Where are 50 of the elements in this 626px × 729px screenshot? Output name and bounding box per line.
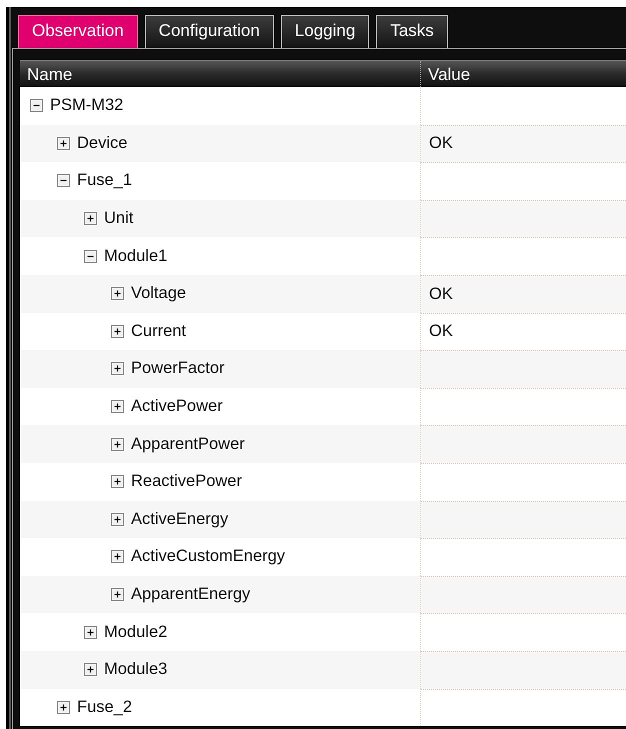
tree-item[interactable]: Fuse_1 bbox=[77, 171, 132, 190]
tab[interactable]: Logging bbox=[280, 15, 370, 48]
tree-row[interactable]: Unit bbox=[20, 200, 626, 238]
tree-item[interactable]: Unit bbox=[104, 209, 134, 228]
expand-icon[interactable] bbox=[111, 324, 124, 338]
expand-icon[interactable] bbox=[111, 550, 124, 564]
tree-item[interactable]: ApparentPower bbox=[131, 434, 245, 454]
expand-icon[interactable] bbox=[84, 212, 97, 226]
tree-row[interactable]: ApparentPower bbox=[20, 425, 626, 463]
expand-icon[interactable] bbox=[111, 588, 124, 602]
tree-row[interactable]: Device OK bbox=[20, 124, 626, 162]
tree-row[interactable]: ActiveEnergy bbox=[20, 500, 626, 538]
expand-icon[interactable] bbox=[111, 362, 124, 376]
tree-row[interactable]: Fuse_2 bbox=[20, 688, 626, 726]
column-header[interactable]: Value bbox=[421, 61, 470, 87]
collapse-icon[interactable] bbox=[57, 174, 70, 188]
tree-item[interactable]: Module2 bbox=[104, 622, 168, 642]
tree-item[interactable]: Current bbox=[131, 322, 186, 341]
tree-item[interactable]: Voltage bbox=[131, 284, 186, 304]
tree-row[interactable]: Voltage OK bbox=[20, 274, 626, 313]
tree-row[interactable]: Module3 bbox=[20, 650, 626, 688]
tree-row[interactable]: Current OK bbox=[20, 312, 626, 350]
tree-item[interactable]: Fuse_2 bbox=[77, 698, 132, 717]
tree-item[interactable]: Module1 bbox=[104, 246, 168, 266]
expand-icon[interactable] bbox=[84, 663, 97, 676]
expand-icon[interactable] bbox=[111, 512, 124, 526]
collapse-icon[interactable] bbox=[30, 99, 43, 112]
tab[interactable]: Observation bbox=[18, 15, 138, 48]
expand-icon[interactable] bbox=[111, 287, 124, 300]
tree-row[interactable]: PowerFactor bbox=[20, 350, 626, 388]
tree-row[interactable]: ActivePower bbox=[20, 388, 626, 426]
tree-item[interactable]: Device bbox=[77, 134, 128, 153]
tree-item[interactable]: ActiveCustomEnergy bbox=[131, 547, 286, 566]
tree-row[interactable]: ApparentEnergy bbox=[20, 576, 626, 614]
tab[interactable]: Tasks bbox=[376, 15, 448, 48]
tree-item[interactable]: ApparentEnergy bbox=[131, 585, 250, 604]
expand-icon[interactable] bbox=[111, 475, 124, 488]
expand-icon[interactable] bbox=[57, 700, 70, 714]
tree-item[interactable]: PowerFactor bbox=[131, 359, 225, 378]
collapse-icon[interactable] bbox=[84, 250, 97, 263]
tree-item[interactable]: ReactivePower bbox=[131, 472, 242, 492]
expand-icon[interactable] bbox=[57, 136, 70, 150]
tree-item[interactable]: Module3 bbox=[104, 660, 168, 680]
tree-item[interactable]: PSM-M32 bbox=[50, 96, 124, 116]
tree-item[interactable]: ActiveEnergy bbox=[131, 510, 228, 529]
expand-icon[interactable] bbox=[84, 626, 97, 639]
tab[interactable]: Configuration bbox=[144, 15, 274, 48]
tree-item[interactable]: ActivePower bbox=[131, 397, 223, 416]
expand-icon[interactable] bbox=[111, 400, 124, 414]
expand-icon[interactable] bbox=[111, 438, 124, 451]
